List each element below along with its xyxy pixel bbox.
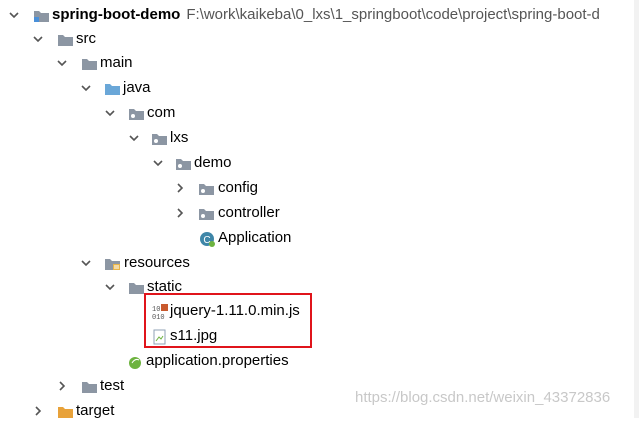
tree-row-config[interactable]: config — [0, 176, 639, 200]
chevron-right-icon[interactable] — [32, 405, 44, 417]
highlight-box — [144, 293, 312, 348]
chevron-down-icon[interactable] — [128, 132, 140, 144]
folder-icon — [81, 56, 98, 71]
tree-row-demo[interactable]: demo — [0, 151, 639, 175]
tree-row-main[interactable]: main — [0, 51, 639, 75]
tree-label: test — [100, 377, 125, 394]
chevron-down-icon[interactable] — [104, 281, 116, 293]
chevron-down-icon[interactable] — [80, 257, 92, 269]
tree-label: application.properties — [146, 352, 289, 369]
tree-row-properties[interactable]: application.properties — [0, 349, 639, 373]
tree-row-application[interactable]: C Application — [0, 226, 639, 250]
folder-icon — [128, 280, 145, 295]
resources-folder-icon — [104, 256, 121, 271]
tree-row-resources[interactable]: resources — [0, 251, 639, 275]
tree-row-static[interactable]: static — [0, 275, 639, 299]
spring-class-icon: C — [199, 231, 216, 247]
chevron-down-icon[interactable] — [56, 57, 68, 69]
tree-label: target — [76, 402, 115, 419]
excluded-folder-icon — [57, 404, 74, 419]
project-folder-icon — [33, 8, 50, 23]
tree-label: resources — [124, 254, 190, 271]
chevron-right-icon[interactable] — [174, 182, 186, 194]
watermark: https://blog.csdn.net/weixin_43372836 — [355, 389, 611, 406]
tree-label: demo — [194, 154, 232, 171]
tree-label: lxs — [170, 129, 189, 146]
chevron-down-icon[interactable] — [32, 33, 44, 45]
chevron-down-icon[interactable] — [8, 9, 20, 21]
tree-label: Application — [218, 229, 292, 246]
package-icon — [151, 131, 168, 146]
chevron-down-icon[interactable] — [152, 157, 164, 169]
chevron-down-icon[interactable] — [104, 107, 116, 119]
chevron-down-icon[interactable] — [80, 82, 92, 94]
tree-label: controller — [218, 204, 280, 221]
tree-label: com — [147, 104, 176, 121]
scrollbar[interactable] — [634, 0, 639, 418]
package-icon — [198, 206, 215, 221]
tree-row-project[interactable]: spring-boot-demo F:\work\kaikeba\0_lxs\1_… — [0, 3, 639, 27]
project-path: F:\work\kaikeba\0_lxs\1_springboot\code\… — [186, 6, 600, 23]
chevron-right-icon[interactable] — [174, 207, 186, 219]
tree-row-java[interactable]: java — [0, 76, 639, 100]
tree-label: config — [218, 179, 259, 196]
tree-row-image[interactable]: s11.jpg — [0, 324, 639, 348]
folder-icon — [81, 379, 98, 394]
tree-row-lxs[interactable]: lxs — [0, 126, 639, 150]
spring-properties-icon — [127, 354, 144, 369]
package-icon — [128, 106, 145, 121]
tree-row-controller[interactable]: controller — [0, 201, 639, 225]
tree-label: java — [123, 79, 151, 96]
source-folder-icon — [104, 81, 121, 96]
chevron-right-icon[interactable] — [56, 380, 68, 392]
tree-label: src — [76, 30, 96, 47]
tree-row-jquery[interactable]: 10 010 jquery-1.11.0.min.js — [0, 299, 639, 323]
tree-label: main — [100, 54, 133, 71]
package-icon — [175, 156, 192, 171]
project-name: spring-boot-demo — [52, 6, 181, 23]
tree-row-src[interactable]: src — [0, 27, 639, 51]
folder-icon — [57, 32, 74, 47]
package-icon — [198, 181, 215, 196]
tree-row-com[interactable]: com — [0, 101, 639, 125]
